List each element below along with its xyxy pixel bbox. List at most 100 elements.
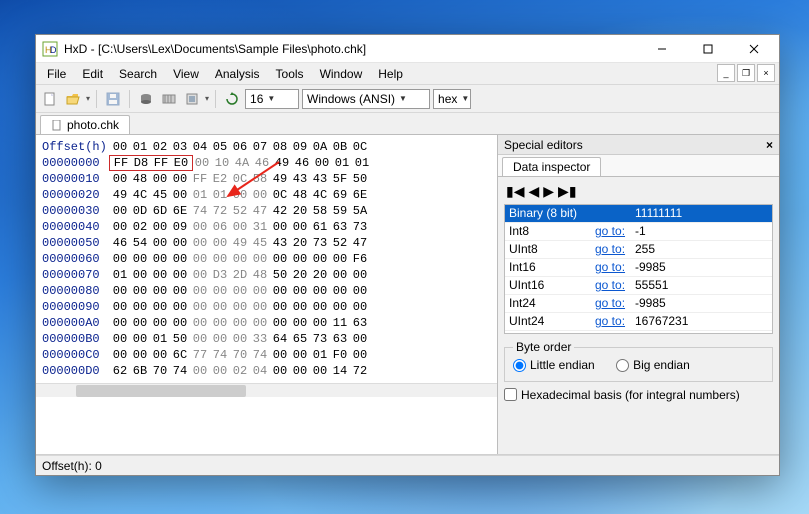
hex-byte[interactable]: 00 [210, 299, 230, 315]
hex-byte[interactable]: 00 [130, 299, 150, 315]
hex-byte[interactable]: 00 [330, 267, 350, 283]
hex-byte[interactable]: 49 [110, 187, 130, 203]
panel-close-icon[interactable]: × [766, 138, 773, 152]
titlebar[interactable]: HD HxD - [C:\Users\Lex\Documents\Sample … [36, 35, 779, 63]
radio-little-endian[interactable]: Little endian [513, 358, 595, 372]
tab-data-inspector[interactable]: Data inspector [502, 157, 601, 176]
hex-byte[interactable]: 50 [350, 171, 370, 187]
hex-byte[interactable]: 02 [230, 363, 250, 379]
hex-byte[interactable]: 00 [190, 299, 210, 315]
hex-byte[interactable]: 63 [330, 219, 350, 235]
hex-byte[interactable]: 46 [292, 155, 312, 171]
hex-byte[interactable]: 00 [190, 363, 210, 379]
hex-byte[interactable]: 00 [210, 283, 230, 299]
radio-big-endian[interactable]: Big endian [616, 358, 690, 372]
hex-byte[interactable]: 20 [290, 203, 310, 219]
hex-byte[interactable]: 00 [130, 251, 150, 267]
hex-byte[interactable]: 31 [250, 219, 270, 235]
hex-byte[interactable]: 65 [290, 331, 310, 347]
hex-byte[interactable]: 00 [190, 315, 210, 331]
hex-byte[interactable]: 00 [130, 315, 150, 331]
hex-byte[interactable]: 59 [330, 203, 350, 219]
hex-editor-pane[interactable]: Offset(h)000102030405060708090A0B0C00000… [36, 135, 497, 454]
hex-byte[interactable]: 5A [350, 203, 370, 219]
hex-byte[interactable]: 00 [250, 251, 270, 267]
hex-byte[interactable]: 00 [310, 283, 330, 299]
hex-byte[interactable]: 00 [150, 299, 170, 315]
hex-byte[interactable]: 04 [250, 363, 270, 379]
hex-byte[interactable]: 77 [190, 347, 210, 363]
hex-byte[interactable]: 0C [230, 171, 250, 187]
inspector-goto[interactable] [591, 205, 631, 223]
next-icon[interactable]: ▶ [543, 183, 554, 200]
hex-byte[interactable]: 6E [170, 203, 190, 219]
hex-byte[interactable]: 4C [130, 187, 150, 203]
hex-byte[interactable]: 01 [310, 347, 330, 363]
hex-byte[interactable]: 74 [190, 203, 210, 219]
menu-view[interactable]: View [166, 65, 206, 83]
hex-byte[interactable]: 74 [170, 363, 190, 379]
hex-byte[interactable]: 00 [270, 299, 290, 315]
hex-byte[interactable]: 20 [290, 267, 310, 283]
hex-byte[interactable]: 00 [130, 331, 150, 347]
hex-byte[interactable]: 00 [150, 315, 170, 331]
hex-byte[interactable]: 00 [270, 251, 290, 267]
hex-byte[interactable]: 00 [270, 283, 290, 299]
inspector-row[interactable]: Int16go to:-9985 [505, 259, 772, 277]
hex-byte[interactable]: 00 [350, 267, 370, 283]
hex-byte[interactable]: 49 [230, 235, 250, 251]
mdi-close-icon[interactable]: × [757, 64, 775, 82]
hex-byte[interactable]: 00 [350, 347, 370, 363]
hex-byte[interactable]: 64 [270, 331, 290, 347]
hex-byte[interactable]: 69 [330, 187, 350, 203]
hex-byte[interactable]: 00 [310, 363, 330, 379]
hex-byte[interactable]: 0C [270, 187, 290, 203]
hex-byte[interactable]: 49 [272, 155, 292, 171]
hex-byte[interactable]: 00 [170, 187, 190, 203]
hex-byte[interactable]: 00 [350, 299, 370, 315]
hex-byte[interactable]: 42 [270, 203, 290, 219]
hex-byte[interactable]: FF [111, 155, 131, 171]
hex-byte[interactable]: 52 [330, 235, 350, 251]
inspector-row[interactable]: UInt24go to:16767231 [505, 313, 772, 331]
hex-byte[interactable]: 09 [170, 219, 190, 235]
hex-byte[interactable]: 33 [250, 331, 270, 347]
menu-search[interactable]: Search [112, 65, 164, 83]
hex-byte[interactable]: 01 [352, 155, 372, 171]
hex-byte[interactable]: 73 [350, 219, 370, 235]
hex-byte[interactable]: 11 [330, 315, 350, 331]
hex-byte[interactable]: 00 [312, 155, 332, 171]
hex-byte[interactable]: E0 [171, 155, 191, 171]
hex-byte[interactable]: 00 [170, 299, 190, 315]
inspector-goto[interactable]: go to: [591, 295, 631, 313]
hex-byte[interactable]: 10 [212, 155, 232, 171]
hex-byte[interactable]: 01 [150, 331, 170, 347]
hex-byte[interactable]: D8 [131, 155, 151, 171]
hex-byte[interactable]: 00 [230, 187, 250, 203]
hex-byte[interactable]: F0 [330, 347, 350, 363]
hex-byte[interactable]: 00 [170, 171, 190, 187]
hex-byte[interactable]: 00 [110, 315, 130, 331]
hex-byte[interactable]: 00 [210, 315, 230, 331]
hex-byte[interactable]: 00 [170, 235, 190, 251]
hex-byte[interactable]: 73 [310, 235, 330, 251]
hex-byte[interactable]: 00 [250, 315, 270, 331]
hex-byte[interactable]: 00 [230, 251, 250, 267]
hex-byte[interactable]: 72 [350, 363, 370, 379]
process-icon[interactable] [182, 89, 202, 109]
bytes-per-row-dropdown[interactable]: 16▼ [245, 89, 299, 109]
hex-byte[interactable]: 00 [210, 331, 230, 347]
hex-byte[interactable]: 00 [270, 363, 290, 379]
hex-byte[interactable]: 58 [250, 171, 270, 187]
hex-byte[interactable]: 48 [250, 267, 270, 283]
hex-byte[interactable]: 00 [230, 331, 250, 347]
hex-byte[interactable]: 00 [310, 315, 330, 331]
hex-byte[interactable]: 00 [190, 283, 210, 299]
hex-byte[interactable]: 00 [190, 219, 210, 235]
hex-byte[interactable]: 0D [130, 203, 150, 219]
hex-byte[interactable]: 00 [110, 283, 130, 299]
inspector-goto[interactable]: go to: [591, 277, 631, 295]
hex-byte[interactable]: 00 [210, 251, 230, 267]
hex-byte[interactable]: 00 [270, 315, 290, 331]
menu-analysis[interactable]: Analysis [208, 65, 267, 83]
